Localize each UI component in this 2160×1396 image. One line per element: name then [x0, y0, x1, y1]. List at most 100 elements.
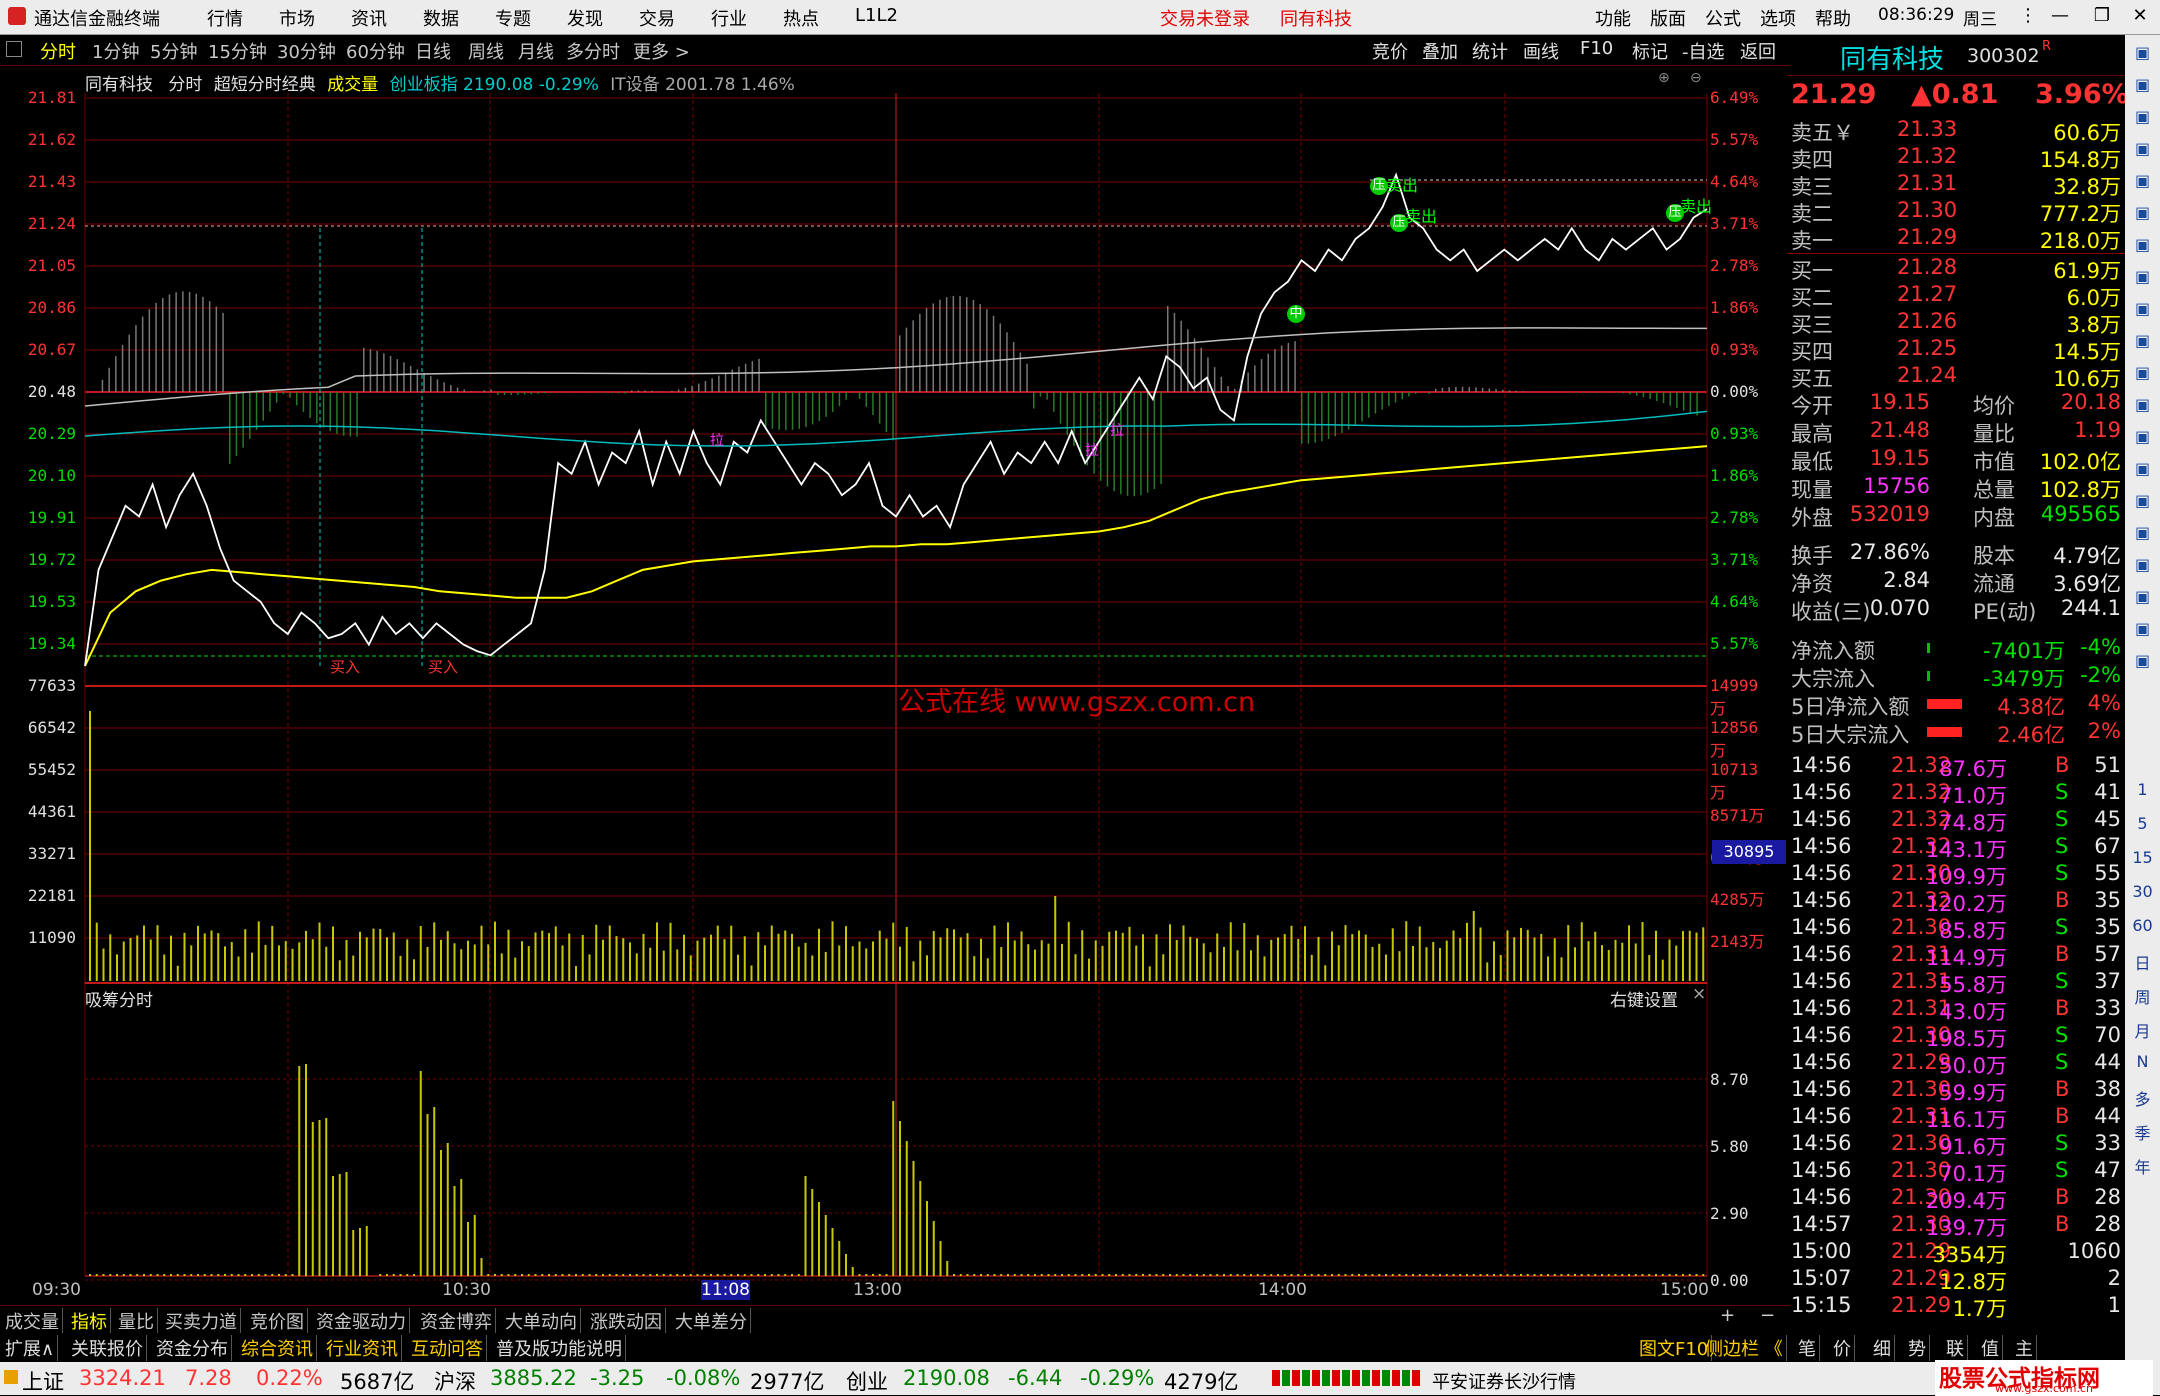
tab-5min[interactable]: 5分钟	[150, 38, 197, 64]
info-right-tab-5[interactable]: 势	[1905, 1335, 1930, 1361]
hs-name[interactable]: 沪深	[434, 1366, 476, 1396]
orderbook-row[interactable]: 买四21.2514.5万	[1787, 336, 2125, 363]
tab-multi[interactable]: 多分时	[566, 38, 620, 64]
orderbook-row[interactable]: 14:5621.3143.0万B33	[1787, 996, 2125, 1023]
orderbook-row[interactable]: 14:5621.30209.4万B28	[1787, 1185, 2125, 1212]
info-tab-1[interactable]: 关联报价	[68, 1335, 147, 1361]
orderbook-row[interactable]: 现量15756总量102.8万	[1787, 474, 2125, 501]
sub-panel-close-icon[interactable]: ×	[1692, 984, 1706, 1004]
up-arrow-icon[interactable]: ▣	[2129, 75, 2156, 97]
btn-huaxian[interactable]: 画线	[1523, 38, 1559, 64]
menu-item-l1l2[interactable]: L1L2	[855, 5, 898, 26]
orderbook-row[interactable]: 今开19.15均价20.18	[1787, 390, 2125, 417]
fs-icon[interactable]: ▣	[2129, 619, 2156, 641]
side-period-9[interactable]: 多	[2129, 1086, 2156, 1108]
menu-item-shuju[interactable]: 数据	[423, 5, 459, 31]
menu-item-banmian[interactable]: 版面	[1650, 5, 1686, 31]
info-right-tab-8[interactable]: 主	[2012, 1335, 2037, 1361]
orderbook-row[interactable]: 最高21.48量比1.19	[1787, 418, 2125, 445]
sub-panel-setting[interactable]: 右键设置	[1610, 986, 1678, 1011]
btn-fanhui[interactable]: 返回	[1740, 38, 1776, 64]
tab-60min[interactable]: 60分钟	[346, 38, 405, 64]
indicator-tab-9[interactable]: 大单差分	[672, 1308, 751, 1334]
down-arrow-icon[interactable]: ▣	[2129, 107, 2156, 129]
tab-fenshi[interactable]: 分时	[40, 38, 76, 64]
side-period-3[interactable]: 30	[2129, 882, 2156, 904]
orderbook-row[interactable]: 外盘532019内盘495565	[1787, 502, 2125, 529]
line-icon[interactable]: ▣	[2129, 203, 2156, 225]
orderbook-row[interactable]: 收益(三)0.070PE(动)244.1	[1787, 596, 2125, 623]
indicator-tab-0[interactable]: 成交量	[2, 1308, 63, 1334]
zoom-out-icon[interactable]: ⊖	[1690, 70, 1702, 86]
info-right-tab-7[interactable]: 值	[1978, 1335, 2003, 1361]
orderbook-row[interactable]: 买三21.263.8万	[1787, 309, 2125, 336]
orderbook-row[interactable]: 14:5621.30198.5万S70	[1787, 1023, 2125, 1050]
orderbook-row[interactable]: 大宗流入-3479万-2%	[1787, 663, 2125, 690]
collapse-icon[interactable]: ▣	[2129, 43, 2156, 65]
orderbook-row[interactable]: 14:5621.3155.8万S37	[1787, 969, 2125, 996]
menu-item-hangye[interactable]: 行业	[711, 5, 747, 31]
side-period-11[interactable]: 年	[2129, 1154, 2156, 1176]
menu-item-zixun[interactable]: 资讯	[351, 5, 387, 31]
menu-item-gongneng[interactable]: 功能	[1595, 5, 1631, 31]
orderbook-row[interactable]: 14:5621.3274.8万S45	[1787, 807, 2125, 834]
btn-f10[interactable]: F10	[1580, 38, 1613, 59]
btn-zixuan[interactable]: -自选	[1682, 38, 1725, 64]
info-right-tab-6[interactable]: 联	[1943, 1335, 1968, 1361]
indicator-tab-7[interactable]: 大单动向	[502, 1308, 581, 1334]
indicator-tab-4[interactable]: 竞价图	[247, 1308, 308, 1334]
news-icon[interactable]: ▣	[2129, 459, 2156, 481]
bar-icon[interactable]: ▣	[2129, 491, 2156, 513]
info-right-tab-3[interactable]: 价	[1830, 1335, 1855, 1361]
info-tab-4[interactable]: 行业资讯	[323, 1335, 402, 1361]
indicator-tab-2[interactable]: 量比	[115, 1308, 158, 1334]
f12-icon[interactable]: ▣	[2129, 363, 2156, 385]
orderbook-row[interactable]: 净流入额-7401万-4%	[1787, 635, 2125, 662]
orderbook-row[interactable]: 14:5621.2950.0万S44	[1787, 1050, 2125, 1077]
orderbook-row[interactable]: 卖四21.32154.8万	[1787, 144, 2125, 171]
candle-icon[interactable]: ▣	[2129, 235, 2156, 257]
info-tab-0[interactable]: 扩展∧	[2, 1335, 58, 1361]
indicator-tab-1[interactable]: 指标	[68, 1308, 111, 1334]
orderbook-row[interactable]: 卖三21.3132.8万	[1787, 171, 2125, 198]
info-tab-2[interactable]: 资金分布	[153, 1335, 232, 1361]
info-right-tab-4[interactable]: 细	[1870, 1335, 1895, 1361]
orderbook-row[interactable]: 卖二21.30777.2万	[1787, 198, 2125, 225]
info-right-tab-1[interactable]: 侧边栏 《	[1702, 1335, 1787, 1361]
f10-icon[interactable]: ▣	[2129, 331, 2156, 353]
menu-item-gongshi[interactable]: 公式	[1705, 5, 1741, 31]
orderbook-row[interactable]: 卖五￥21.3360.6万	[1787, 117, 2125, 144]
sh-name[interactable]: 上证	[22, 1366, 64, 1396]
orderbook-row[interactable]: 14:5621.3085.8万S35	[1787, 915, 2125, 942]
tab-15min[interactable]: 15分钟	[208, 38, 267, 64]
side-period-6[interactable]: 周	[2129, 984, 2156, 1006]
orderbook-row[interactable]: 15:1521.291.7万1	[1787, 1293, 2125, 1320]
tab-month[interactable]: 月线	[518, 38, 554, 64]
menu-item-zhuanti[interactable]: 专题	[495, 5, 531, 31]
menu-item-redian[interactable]: 热点	[783, 5, 819, 31]
orderbook-row[interactable]: 净资2.84流通3.69亿	[1787, 568, 2125, 595]
side-period-4[interactable]: 60	[2129, 916, 2156, 938]
orderbook-row[interactable]: 换手27.86%股本4.79亿	[1787, 540, 2125, 567]
side-period-0[interactable]: 1	[2129, 780, 2156, 802]
orderbook-row[interactable]: 买五21.2410.6万	[1787, 363, 2125, 390]
orderbook-row[interactable]: 14:5621.3287.6万B51	[1787, 753, 2125, 780]
side-period-10[interactable]: 季	[2129, 1120, 2156, 1142]
other-icon[interactable]: ▣	[2129, 651, 2156, 673]
orderbook-row[interactable]: 14:5621.3091.6万S33	[1787, 1131, 2125, 1158]
tab-more[interactable]: 更多 >	[633, 38, 690, 64]
orderbook-row[interactable]: 14:5621.3271.0万S41	[1787, 780, 2125, 807]
orderbook-row[interactable]: 14:5721.30139.7万B28	[1787, 1212, 2125, 1239]
list-icon[interactable]: ▣	[2129, 267, 2156, 289]
panel-toggle-icon[interactable]	[6, 41, 22, 57]
orderbook-row[interactable]: 最低19.15市值102.0亿	[1787, 446, 2125, 473]
orderbook-row[interactable]: 14:5621.31116.1万B44	[1787, 1104, 2125, 1131]
orderbook-row[interactable]: 14:5621.30109.9万S55	[1787, 861, 2125, 888]
orderbook-row[interactable]: 14:5621.32120.2万B35	[1787, 888, 2125, 915]
orderbook-row[interactable]: 买二21.276.0万	[1787, 282, 2125, 309]
info-tab-3[interactable]: 综合资讯	[238, 1335, 317, 1361]
side-period-7[interactable]: 月	[2129, 1018, 2156, 1040]
fund-icon[interactable]: ▣	[2129, 299, 2156, 321]
info-right-tab-2[interactable]: 笔	[1795, 1335, 1820, 1361]
btn-biaoji[interactable]: 标记	[1632, 38, 1668, 64]
